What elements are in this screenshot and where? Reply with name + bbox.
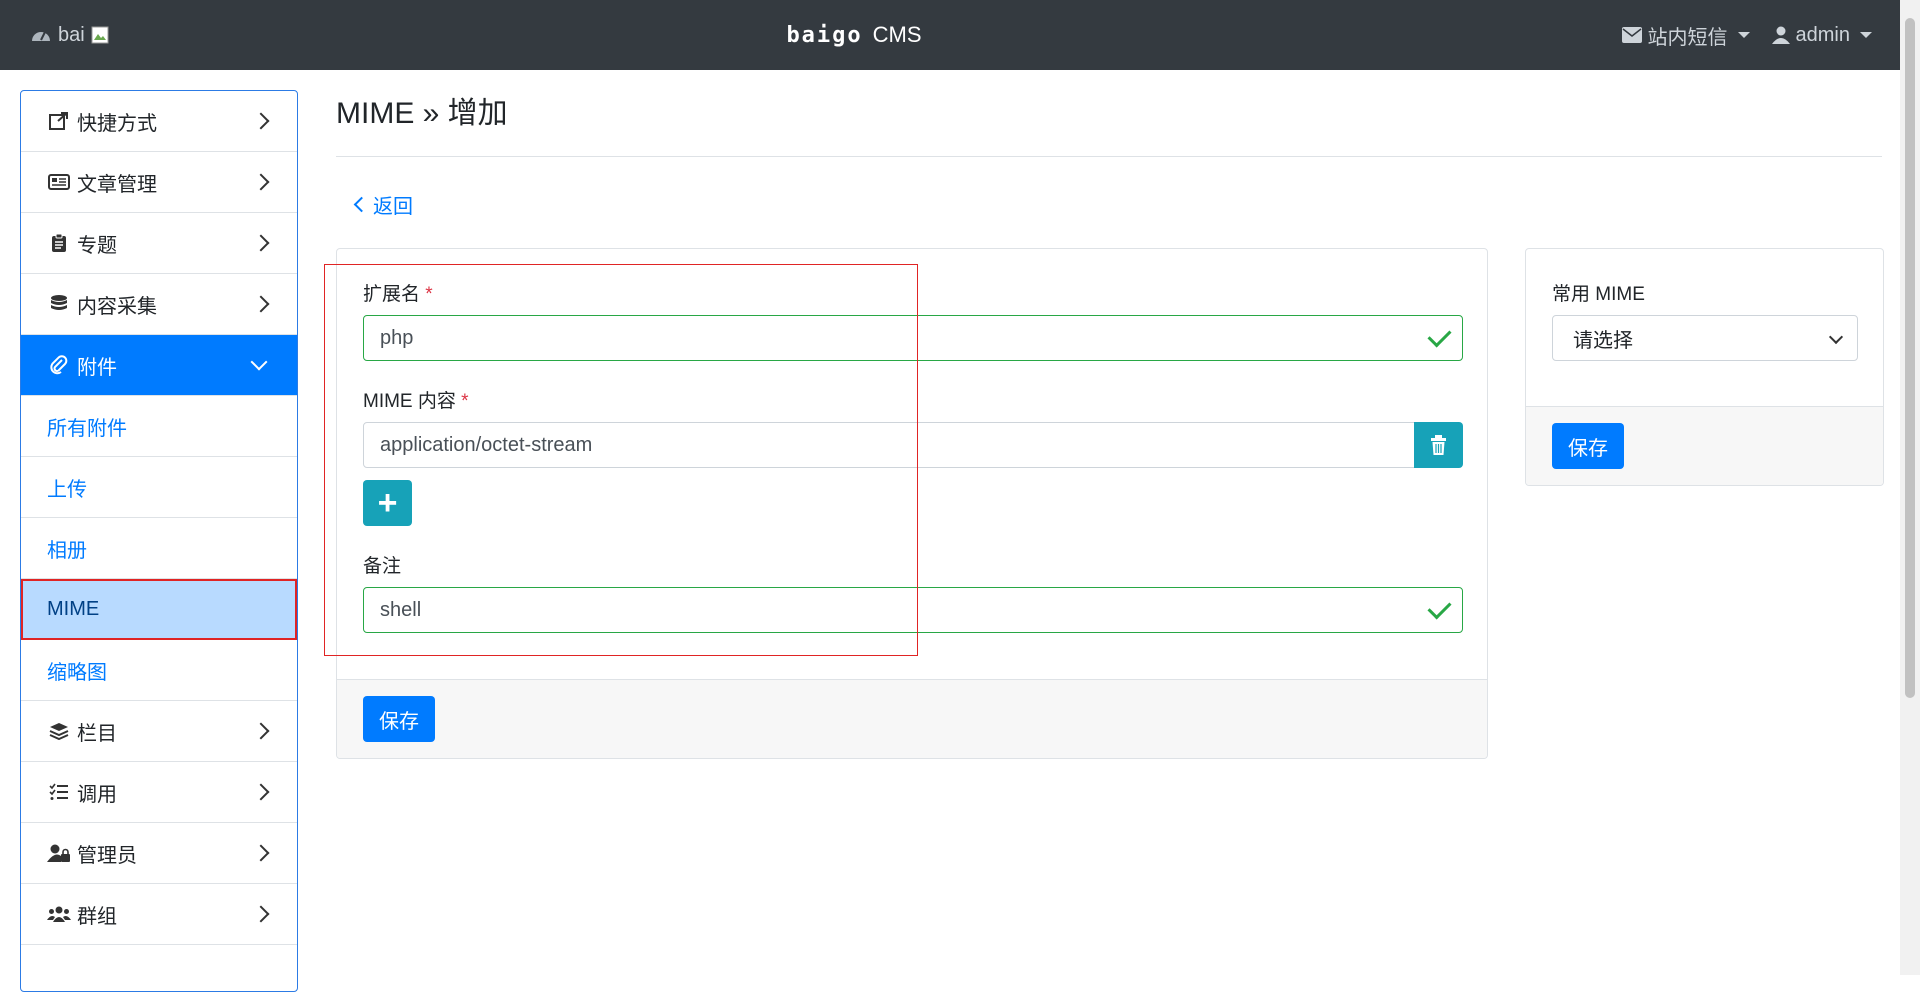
- chevron-right-icon: [252, 905, 270, 923]
- sidebar-item-label: MIME: [47, 597, 100, 620]
- check-icon: [1427, 323, 1452, 348]
- sidebar-item-label: 上传: [47, 478, 87, 501]
- side-save-button[interactable]: 保存: [1552, 423, 1624, 469]
- sidebar-item-label: 调用: [77, 783, 117, 806]
- sidebar-item-categories[interactable]: 栏目: [21, 701, 297, 762]
- sidebar-item-topics[interactable]: 专题: [21, 213, 297, 274]
- back-link[interactable]: 返回: [353, 190, 413, 219]
- sidebar-subitem-upload[interactable]: 上传: [21, 457, 297, 518]
- common-mime-label: 常用 MIME: [1552, 284, 1645, 305]
- sidebar-subitem-mime[interactable]: MIME: [21, 579, 297, 640]
- page-scrollbar[interactable]: [1900, 0, 1920, 975]
- page-title: MIME » 增加: [336, 97, 508, 130]
- chevron-right-icon: [252, 173, 270, 191]
- database-icon: [47, 294, 71, 314]
- select-value: 请选择: [1573, 329, 1633, 352]
- clipboard-icon: [47, 233, 71, 253]
- common-mime-card: 常用 MIME 请选择 保存: [1525, 248, 1884, 486]
- chevron-right-icon: [252, 234, 270, 252]
- newspaper-icon: [47, 172, 71, 192]
- paperclip-icon: [47, 355, 71, 375]
- save-button[interactable]: 保存: [363, 696, 435, 742]
- sidebar-item-label: 附件: [77, 356, 117, 379]
- sidebar-item-label: 相册: [47, 539, 87, 562]
- user-icon: [1771, 26, 1790, 44]
- sidebar-item-attachments[interactable]: 附件: [21, 335, 297, 396]
- sidebar-item-label: 快捷方式: [77, 112, 157, 135]
- user-label: admin: [1795, 23, 1850, 46]
- external-link-icon: [47, 111, 71, 131]
- brand-logo: baigo: [786, 22, 863, 48]
- sidebar-item-articles[interactable]: 文章管理: [21, 152, 297, 213]
- caret-down-icon: [1737, 32, 1750, 38]
- brand-cms: CMS: [872, 22, 922, 47]
- sidebar-item-gather[interactable]: 内容采集: [21, 274, 297, 335]
- sidebar-item-groups[interactable]: 群组: [21, 884, 297, 945]
- chevron-right-icon: [252, 112, 270, 130]
- user-dropdown[interactable]: admin: [1771, 23, 1872, 47]
- divider: [336, 156, 1882, 157]
- sidebar: 快捷方式 文章管理 专题 内容采集 附件 所有附件 上传 相册 MIME 缩略图…: [20, 90, 298, 992]
- sidebar-item-admins[interactable]: 管理员: [21, 823, 297, 884]
- back-label: 返回: [373, 196, 413, 218]
- annotation-highlight: [324, 264, 918, 656]
- sidebar-subitem-thumbnail[interactable]: 缩略图: [21, 640, 297, 701]
- sidebar-item-label: 内容采集: [77, 295, 157, 318]
- tasks-icon: [47, 782, 71, 802]
- card-footer: 保存: [337, 679, 1487, 758]
- layers-icon: [47, 721, 71, 741]
- card-footer: 保存: [1526, 406, 1883, 485]
- chevron-right-icon: [252, 844, 270, 862]
- top-navbar: bai baigo CMS 站内短信 admin: [0, 0, 1900, 70]
- chevron-right-icon: [252, 722, 270, 740]
- sidebar-item-label: 管理员: [77, 844, 137, 867]
- check-icon: [1427, 595, 1452, 620]
- sidebar-item-shortcuts[interactable]: 快捷方式: [21, 91, 297, 152]
- trash-icon: [1431, 435, 1446, 455]
- chevron-left-icon: [353, 196, 370, 213]
- messages-label: 站内短信: [1647, 26, 1728, 49]
- sidebar-item-label: 缩略图: [47, 661, 107, 684]
- sidebar-subitem-album[interactable]: 相册: [21, 518, 297, 579]
- envelope-icon: [1621, 27, 1642, 43]
- sidebar-item-label: 专题: [77, 234, 117, 257]
- sidebar-item-calls[interactable]: 调用: [21, 762, 297, 823]
- user-lock-icon: [47, 843, 71, 863]
- sidebar-subitem-all-attachments[interactable]: 所有附件: [21, 396, 297, 457]
- common-mime-select[interactable]: 请选择: [1552, 315, 1858, 361]
- messages-dropdown[interactable]: 站内短信: [1621, 21, 1750, 50]
- delete-mime-button[interactable]: [1414, 422, 1463, 468]
- chevron-right-icon: [252, 295, 270, 313]
- chevron-down-icon: [1828, 329, 1844, 345]
- scrollbar-thumb[interactable]: [1905, 18, 1915, 698]
- sidebar-item-label: 所有附件: [47, 417, 127, 440]
- caret-down-icon: [1860, 32, 1872, 38]
- chevron-down-icon: [250, 353, 268, 371]
- sidebar-item-label: 栏目: [77, 722, 117, 745]
- brand[interactable]: baigo CMS: [0, 0, 1708, 70]
- users-icon: [47, 904, 71, 924]
- chevron-right-icon: [252, 783, 270, 801]
- sidebar-item-label: 文章管理: [77, 173, 157, 196]
- sidebar-item-label: 群组: [77, 905, 117, 928]
